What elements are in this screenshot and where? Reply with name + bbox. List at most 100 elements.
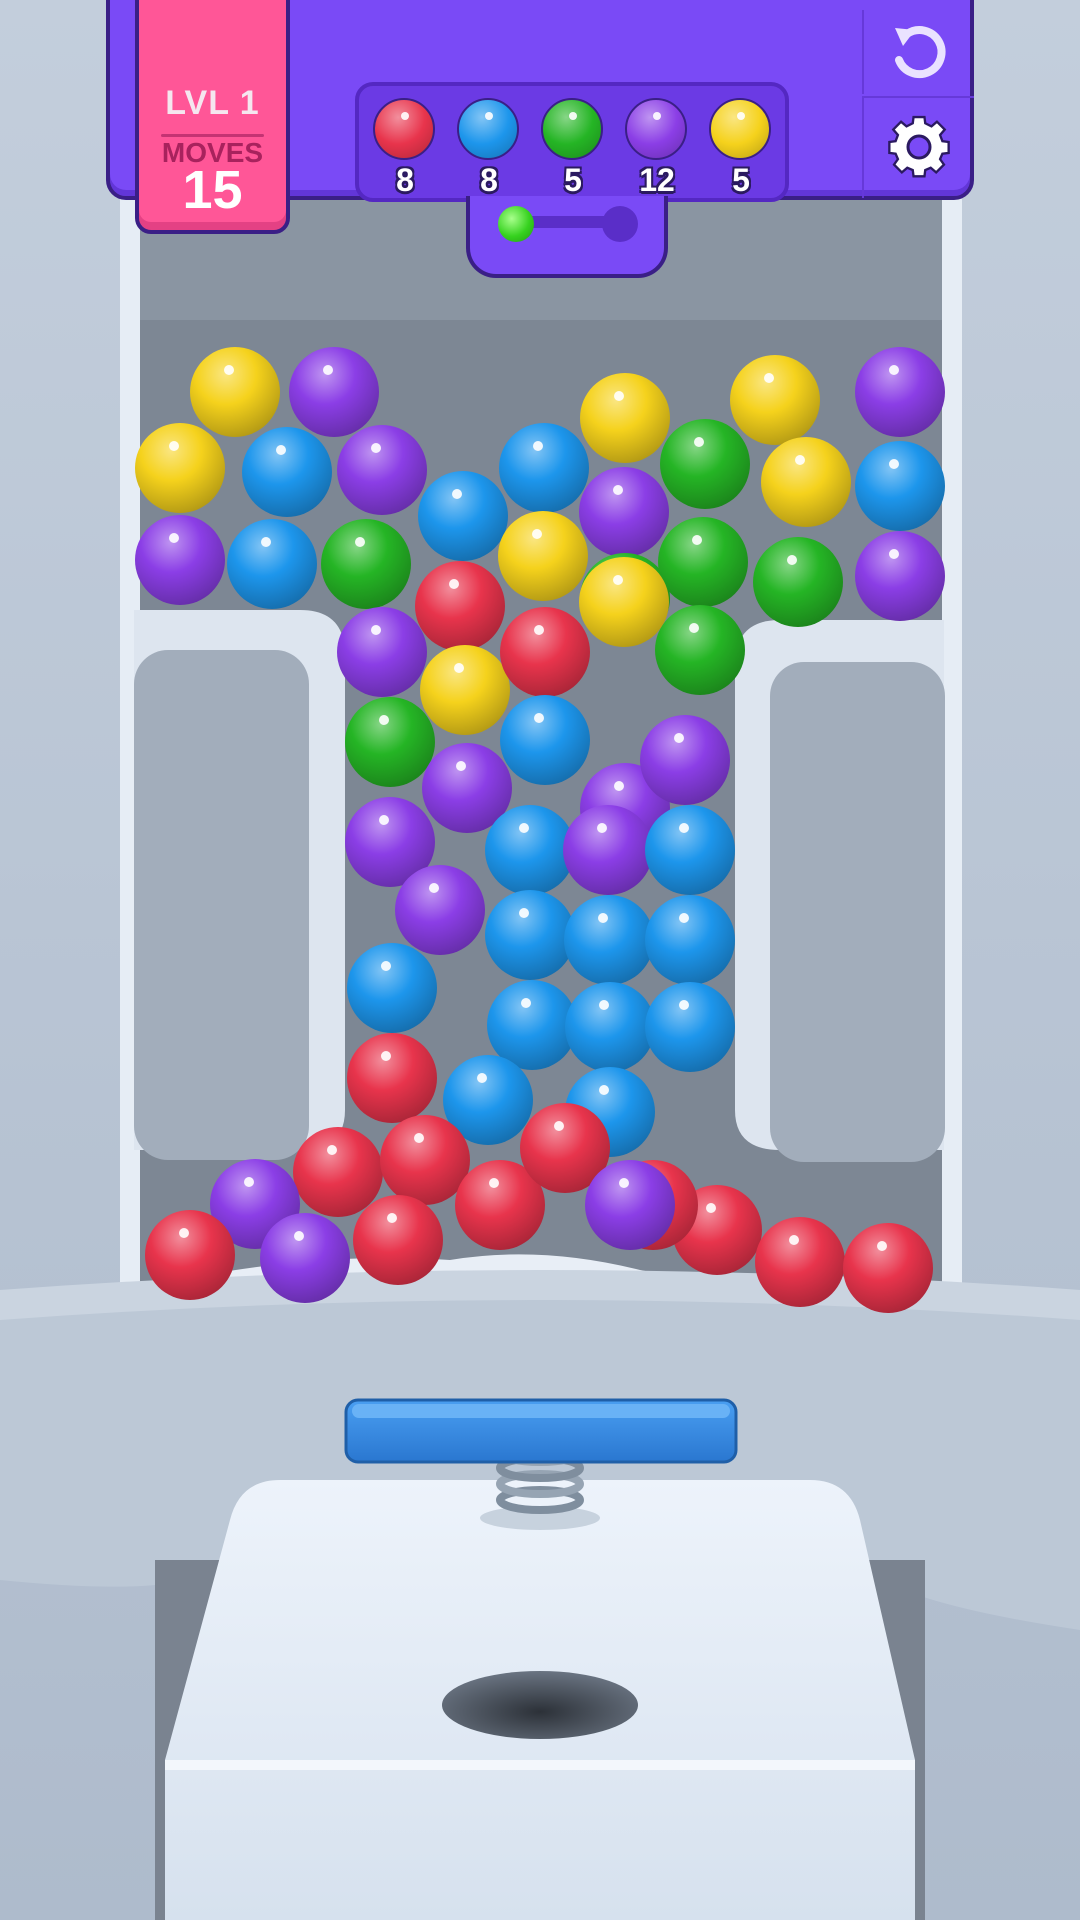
undo-button[interactable]	[862, 10, 974, 94]
ball-yellow[interactable]	[135, 423, 225, 513]
ball-purple[interactable]	[337, 607, 427, 697]
ball-body	[337, 607, 427, 697]
ball-yellow[interactable]	[498, 511, 588, 601]
ball-green[interactable]	[321, 519, 411, 609]
ball-purple[interactable]	[395, 865, 485, 955]
ball-body	[415, 561, 505, 651]
ball-red[interactable]	[755, 1217, 845, 1307]
ball-blue[interactable]	[227, 519, 317, 609]
undo-icon	[895, 26, 946, 79]
highlight	[614, 391, 624, 401]
ball-blue[interactable]	[565, 982, 655, 1072]
ball-body	[579, 557, 669, 647]
ball-blue[interactable]	[645, 982, 735, 1072]
ball-purple[interactable]	[337, 425, 427, 515]
ball-body	[755, 1217, 845, 1307]
ball-body	[565, 982, 655, 1072]
ball-red[interactable]	[293, 1127, 383, 1217]
highlight	[276, 445, 286, 455]
highlight	[599, 1000, 609, 1010]
ball-yellow[interactable]	[580, 373, 670, 463]
ball-body	[563, 805, 653, 895]
ball-body	[655, 605, 745, 695]
ball-red[interactable]	[415, 561, 505, 651]
ball-purple[interactable]	[640, 715, 730, 805]
ball-purple[interactable]	[579, 467, 669, 557]
ball-purple[interactable]	[135, 515, 225, 605]
ball-blue[interactable]	[499, 423, 589, 513]
ball-blue[interactable]	[855, 441, 945, 531]
ball-body	[660, 419, 750, 509]
ball-blue[interactable]	[347, 943, 437, 1033]
highlight	[179, 1228, 189, 1238]
highlight	[614, 781, 624, 791]
ball-blue[interactable]	[487, 980, 577, 1070]
ball-purple[interactable]	[289, 347, 379, 437]
highlight	[789, 1235, 799, 1245]
highlight	[674, 733, 684, 743]
ball-green[interactable]	[753, 537, 843, 627]
ball-purple[interactable]	[260, 1213, 350, 1303]
highlight	[692, 535, 702, 545]
highlight	[679, 823, 689, 833]
highlight	[613, 485, 623, 495]
ball-body	[135, 515, 225, 605]
goal-purple: 12	[623, 98, 693, 208]
ball-body	[293, 1127, 383, 1217]
highlight	[795, 455, 805, 465]
ball-green[interactable]	[658, 517, 748, 607]
moves-counter: 15	[182, 160, 243, 220]
ball-blue[interactable]	[500, 695, 590, 785]
highlight	[327, 1145, 337, 1155]
ball-green[interactable]	[660, 419, 750, 509]
settings-button[interactable]	[862, 96, 974, 198]
ball-body	[227, 519, 317, 609]
ball-red[interactable]	[843, 1223, 933, 1313]
ball-blue[interactable]	[645, 895, 735, 985]
ball-green[interactable]	[345, 697, 435, 787]
highlight	[371, 443, 381, 453]
ball-body	[855, 441, 945, 531]
ball-purple[interactable]	[563, 805, 653, 895]
goal-count: 5	[732, 162, 750, 198]
ball-body	[487, 980, 577, 1070]
ball-red[interactable]	[353, 1195, 443, 1285]
highlight	[599, 1085, 609, 1095]
highlight	[613, 575, 623, 585]
ball-body	[485, 805, 575, 895]
goal-count: 8	[396, 162, 414, 198]
ball-body	[645, 805, 735, 895]
ball-purple[interactable]	[855, 347, 945, 437]
goal-blue: 8	[455, 98, 525, 208]
ball-blue[interactable]	[485, 805, 575, 895]
ball-purple[interactable]	[855, 531, 945, 621]
ball-yellow[interactable]	[190, 347, 280, 437]
ball-yellow[interactable]	[420, 645, 510, 735]
ball-purple[interactable]	[585, 1160, 675, 1250]
ball-body	[353, 1195, 443, 1285]
goal-ball-icon	[625, 98, 687, 160]
ball-body	[645, 895, 735, 985]
ball-blue[interactable]	[645, 805, 735, 895]
ball-yellow[interactable]	[579, 557, 669, 647]
ball-red[interactable]	[380, 1115, 470, 1205]
ball-body	[658, 517, 748, 607]
ball-red[interactable]	[500, 607, 590, 697]
ball-yellow[interactable]	[761, 437, 851, 527]
ball-yellow[interactable]	[730, 355, 820, 445]
ball-body	[730, 355, 820, 445]
ball-blue[interactable]	[242, 427, 332, 517]
ball-red[interactable]	[145, 1210, 235, 1300]
ball-body	[645, 982, 735, 1072]
goal-count: 5	[564, 162, 582, 198]
ball-blue[interactable]	[564, 895, 654, 985]
drop-hole	[442, 1671, 638, 1739]
ball-blue[interactable]	[485, 890, 575, 980]
ball-blue[interactable]	[418, 471, 508, 561]
ball-green[interactable]	[655, 605, 745, 695]
ball-body	[190, 347, 280, 437]
progress-goal-marker	[602, 206, 638, 242]
ball-red[interactable]	[347, 1033, 437, 1123]
highlight	[694, 437, 704, 447]
highlight	[454, 663, 464, 673]
